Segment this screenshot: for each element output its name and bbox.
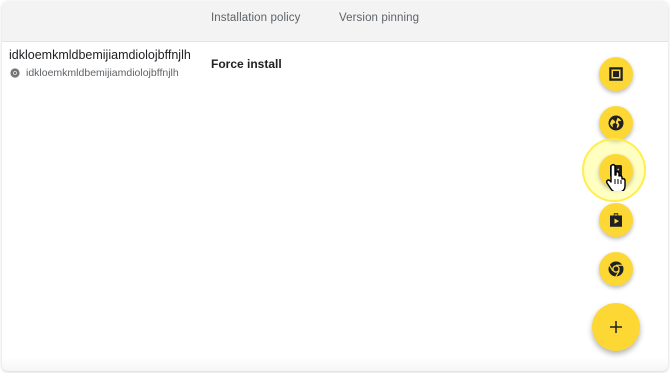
column-header-version-pinning[interactable]: Version pinning	[339, 12, 419, 24]
table-row[interactable]: idkloemkmldbemijiamdiolojbffnjlh idkloem…	[2, 42, 668, 92]
apps-panel: Installation policy Version pinning idkl…	[2, 1, 668, 371]
installation-policy-value[interactable]: Force install	[211, 57, 282, 71]
app-name: idkloemkmldbemijiamdiolojbffnjlh	[9, 48, 191, 62]
bottom-shadow	[2, 357, 668, 371]
add-kiosk-app-button[interactable]	[599, 57, 633, 91]
play-store-icon	[610, 213, 622, 227]
add-chrome-app-button[interactable]	[599, 252, 633, 286]
hand-cursor-icon	[604, 163, 628, 193]
app-id-text: idkloemkmldbemijiamdiolojbffnjlh	[26, 67, 179, 79]
plus-icon	[610, 321, 622, 333]
table-header: Installation policy Version pinning	[2, 1, 668, 42]
add-app-fab-button[interactable]	[592, 303, 640, 351]
kiosk-app-icon	[609, 67, 623, 81]
column-header-installation-policy[interactable]: Installation policy	[211, 12, 300, 24]
chrome-icon	[10, 68, 20, 78]
add-play-store-app-button[interactable]	[599, 203, 633, 237]
globe-icon	[608, 115, 624, 131]
add-web-app-button[interactable]	[599, 106, 633, 140]
chrome-icon	[608, 261, 624, 277]
app-id: idkloemkmldbemijiamdiolojbffnjlh	[10, 67, 179, 79]
